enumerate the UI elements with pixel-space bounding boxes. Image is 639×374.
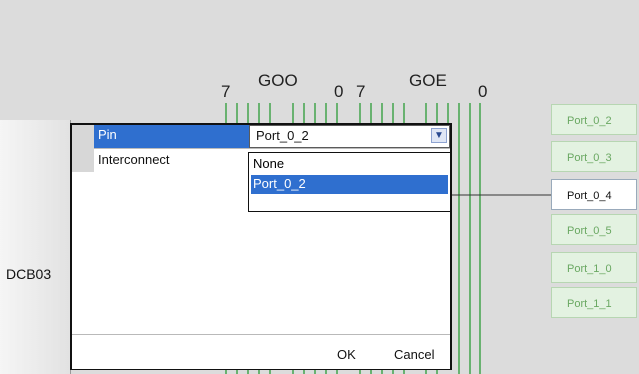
ok-button[interactable]: OK	[337, 347, 356, 362]
option-none[interactable]: None	[251, 155, 448, 174]
port-0-2[interactable]: Port_0_2	[551, 104, 637, 135]
pin-row: Pin Port_0_2 ▼	[94, 125, 450, 148]
row-header-column	[72, 125, 94, 172]
dcb-block[interactable]	[0, 120, 71, 374]
dialog-footer: OK Cancel	[72, 334, 450, 369]
pin-select[interactable]: Port_0_2 ▼	[249, 125, 450, 148]
chevron-down-icon[interactable]: ▼	[431, 128, 447, 143]
pin-dialog: Pin Port_0_2 ▼ Interconnect None Port_0_…	[70, 123, 452, 370]
bus-label-goe: GOE	[409, 71, 447, 90]
bus-label-0: 0	[334, 82, 344, 101]
bus-label-0b: 0	[478, 82, 488, 101]
pin-select-value: Port_0_2	[256, 128, 309, 143]
bus-label-7b: 7	[356, 82, 366, 101]
pin-dropdown-list: None Port_0_2	[248, 152, 451, 212]
port-0-3[interactable]: Port_0_3	[551, 141, 637, 172]
cancel-button[interactable]: Cancel	[394, 347, 434, 362]
port-0-4[interactable]: Port_0_4	[551, 179, 637, 210]
option-port-0-2[interactable]: Port_0_2	[251, 175, 448, 194]
port-0-5[interactable]: Port_0_5	[551, 214, 637, 245]
bus-label-7: 7	[221, 82, 231, 101]
port-1-1[interactable]: Port_1_1	[551, 287, 637, 318]
pin-label[interactable]: Pin	[94, 125, 249, 148]
port-1-0[interactable]: Port_1_0	[551, 252, 637, 283]
dcb-block-label: DCB03	[6, 266, 52, 282]
interconnect-label[interactable]: Interconnect	[98, 152, 170, 167]
bus-label-goo: GOO	[258, 71, 298, 90]
